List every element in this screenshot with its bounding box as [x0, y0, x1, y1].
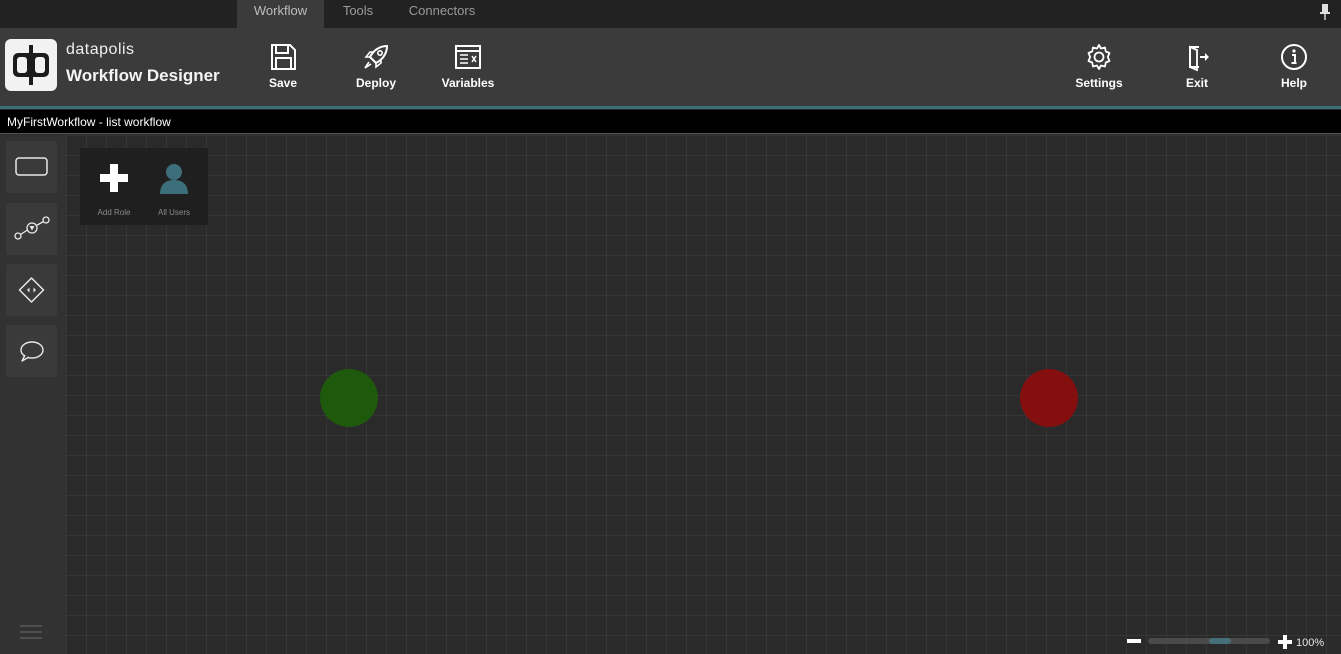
- pin-icon[interactable]: [1319, 3, 1331, 21]
- ribbon-accent-line: [0, 106, 1341, 109]
- all-users-label: All Users: [157, 208, 190, 217]
- zoom-in-icon[interactable]: [1277, 634, 1293, 650]
- help-button[interactable]: Help: [1259, 40, 1329, 96]
- task-tool-button[interactable]: [6, 141, 57, 193]
- deploy-button[interactable]: Deploy: [341, 40, 411, 96]
- end-node[interactable]: [1020, 369, 1078, 427]
- gear-icon: [1087, 44, 1111, 70]
- connector-tool-icon: [14, 216, 50, 240]
- exit-button[interactable]: Exit: [1162, 40, 1232, 96]
- info-icon: [1281, 44, 1307, 70]
- hamburger-menu-icon[interactable]: [20, 623, 42, 641]
- all-users-button[interactable]: All Users: [146, 158, 202, 218]
- tab-bar: Workflow Tools Connectors: [0, 0, 1341, 28]
- decision-tool-button[interactable]: [6, 264, 57, 316]
- tab-tools[interactable]: Tools: [324, 0, 392, 28]
- variables-label: Variables: [441, 76, 495, 90]
- exit-icon: [1189, 45, 1209, 72]
- datapolis-logo-icon: [5, 39, 57, 91]
- settings-button[interactable]: Settings: [1064, 40, 1134, 96]
- add-role-label: Add Role: [97, 208, 131, 217]
- rocket-icon: [364, 44, 389, 69]
- zoom-out-icon[interactable]: [1126, 634, 1142, 648]
- brand-name: datapolis: [66, 41, 135, 58]
- app-title: Workflow Designer: [66, 66, 220, 85]
- roles-panel: Add Role All Users: [80, 148, 208, 225]
- exit-label: Exit: [1185, 76, 1208, 90]
- deploy-label: Deploy: [355, 76, 396, 90]
- shape-palette: [0, 135, 66, 654]
- zoom-level: 100%: [1296, 637, 1325, 649]
- comment-tool-icon: [20, 341, 44, 362]
- tab-connectors[interactable]: Connectors: [392, 0, 492, 28]
- user-icon: [160, 164, 188, 194]
- variables-button[interactable]: Variables: [433, 40, 503, 96]
- document-title: MyFirstWorkflow - list workflow: [7, 115, 171, 129]
- save-label: Save: [268, 76, 298, 90]
- decision-tool-icon: [18, 277, 45, 303]
- ribbon-toolbar: datapolis Workflow Designer Save Deploy: [0, 28, 1341, 106]
- app-window: Workflow Tools Connectors datapolis Work…: [0, 0, 1341, 654]
- settings-label: Settings: [1075, 76, 1123, 90]
- help-label: Help: [1280, 76, 1307, 90]
- add-role-button[interactable]: Add Role: [86, 158, 142, 218]
- comment-tool-button[interactable]: [6, 325, 57, 377]
- zoom-slider-thumb[interactable]: [1209, 638, 1231, 644]
- task-tool-icon: [15, 157, 48, 176]
- tab-workflow[interactable]: Workflow: [237, 0, 324, 28]
- start-node[interactable]: [320, 369, 378, 427]
- connector-tool-button[interactable]: [6, 203, 57, 255]
- save-button[interactable]: Save: [248, 40, 318, 96]
- variables-icon: [455, 45, 481, 69]
- workflow-canvas[interactable]: Add Role All Users: [66, 135, 1341, 654]
- save-icon: [271, 44, 296, 70]
- plus-icon: [100, 164, 128, 192]
- document-title-bar: MyFirstWorkflow - list workflow: [0, 110, 1341, 134]
